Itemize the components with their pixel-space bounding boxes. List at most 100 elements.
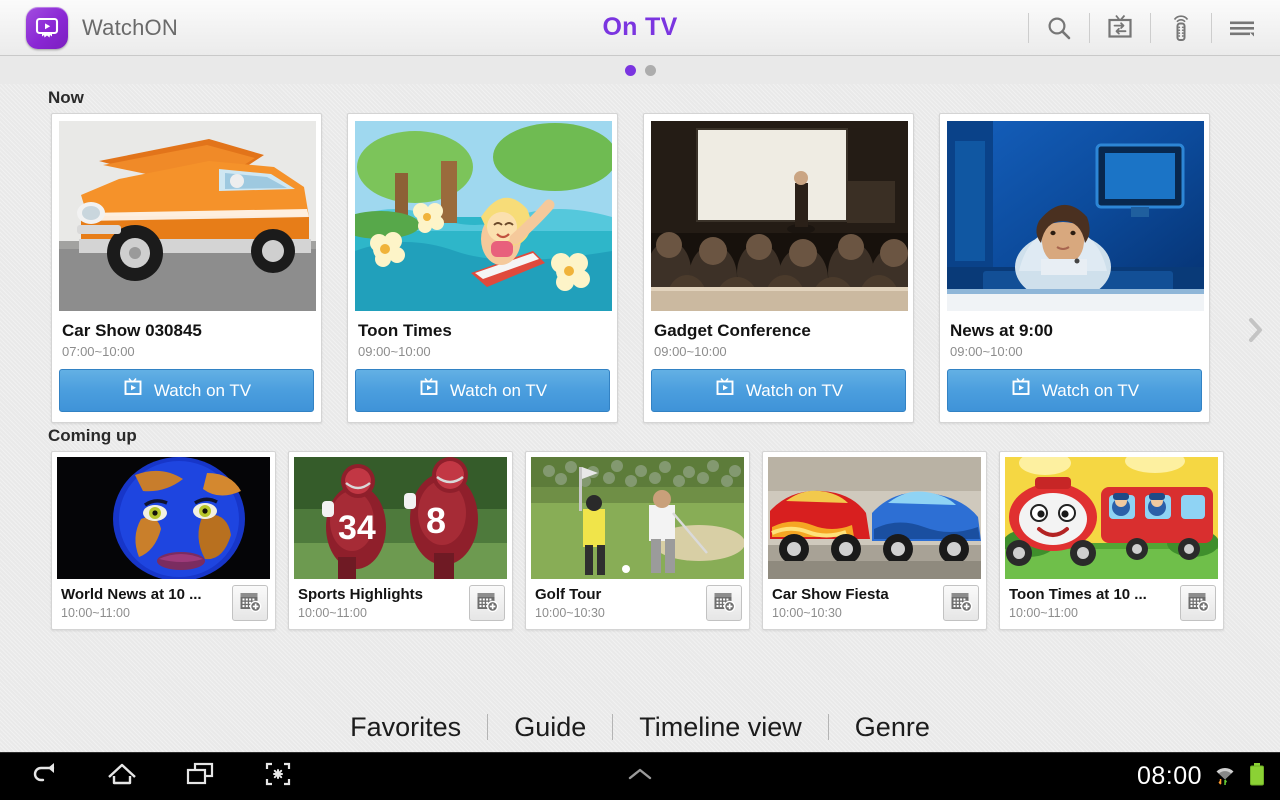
tab-favorites[interactable]: Favorites <box>324 712 487 743</box>
calendar-add-icon <box>475 589 499 618</box>
program-title: Toon Times at 10 ... <box>1009 586 1147 603</box>
program-thumbnail <box>1005 457 1218 579</box>
change-tv-button[interactable] <box>1094 5 1146 51</box>
back-icon <box>29 761 59 792</box>
calendar-add-icon <box>1186 589 1210 618</box>
program-time: 09:00~10:00 <box>950 344 1023 359</box>
classic-orange-car-image <box>59 121 316 311</box>
home-button[interactable] <box>98 754 146 800</box>
program-thumbnail: 34 8 <box>294 457 507 579</box>
tab-timeline-view[interactable]: Timeline view <box>613 712 828 743</box>
world-map-face-image <box>57 457 270 579</box>
now-card[interactable]: News at 9:00 09:00~10:00 Watch on TV <box>939 113 1210 423</box>
coming-up-texts: Golf Tour 10:00~10:30 <box>535 586 700 620</box>
golf-course-image <box>531 457 744 579</box>
page-dot-inactive[interactable] <box>644 64 656 76</box>
watchon-app-icon[interactable] <box>26 6 68 49</box>
coming-up-card[interactable]: 34 8 Sports Highlights 10:00~11:00 <box>288 451 513 630</box>
system-clock: 08:00 <box>1136 762 1202 790</box>
now-card[interactable]: Car Show 030845 07:00~10:00 Watch on TV <box>51 113 322 423</box>
content-area: Now Car Show 030845 07:00~10:00 Watch on… <box>0 84 1280 678</box>
program-title: World News at 10 ... <box>61 586 202 603</box>
screenshot-icon <box>263 760 293 793</box>
program-title: Car Show 030845 <box>62 321 202 340</box>
system-nav-buttons <box>0 754 302 800</box>
coming-up-meta: Golf Tour 10:00~10:30 <box>531 579 744 629</box>
chevron-up-icon <box>624 764 656 789</box>
screenshot-button[interactable] <box>254 754 302 800</box>
remote-control-icon <box>1167 13 1195 43</box>
watchon-app-window: WatchON On TV Now Car Show 030845 07:00~… <box>0 0 1280 800</box>
watch-on-tv-button[interactable]: Watch on TV <box>651 369 906 412</box>
schedule-recording-button[interactable] <box>232 585 268 621</box>
page-indicator <box>0 56 1280 84</box>
carousel-next-button[interactable] <box>1238 309 1272 355</box>
coming-up-meta: Toon Times at 10 ... 10:00~11:00 <box>1005 579 1218 629</box>
tv-play-icon <box>122 377 144 404</box>
watch-on-tv-label: Watch on TV <box>1041 380 1140 400</box>
coming-up-card[interactable]: Golf Tour 10:00~10:30 <box>525 451 750 630</box>
watch-on-tv-label: Watch on TV <box>745 380 844 400</box>
tab-guide[interactable]: Guide <box>488 712 612 743</box>
watch-on-tv-button[interactable]: Watch on TV <box>59 369 314 412</box>
notification-drawer-button[interactable] <box>616 754 664 800</box>
program-time: 10:00~11:00 <box>1009 606 1078 620</box>
program-title: Toon Times <box>358 321 452 340</box>
coming-up-list: World News at 10 ... 10:00~11:00 34 8 Sp… <box>0 451 1280 630</box>
program-time: 10:00~11:00 <box>298 606 367 620</box>
now-card[interactable]: Gadget Conference 09:00~10:00 Watch on T… <box>643 113 914 423</box>
schedule-recording-button[interactable] <box>469 585 505 621</box>
recent-apps-button[interactable] <box>176 754 224 800</box>
cartoon-train-image <box>1005 457 1218 579</box>
conference-audience-image <box>651 121 908 311</box>
recent-apps-icon <box>184 761 216 792</box>
schedule-recording-button[interactable] <box>706 585 742 621</box>
program-time: 10:00~11:00 <box>61 606 130 620</box>
program-thumbnail <box>355 121 612 311</box>
android-system-bar: 08:00 <box>0 752 1280 800</box>
watch-on-tv-button[interactable]: Watch on TV <box>355 369 610 412</box>
svg-text:34: 34 <box>338 509 376 547</box>
battery-full-icon <box>1248 761 1266 792</box>
program-title: Gadget Conference <box>654 321 811 340</box>
header-actions <box>1024 0 1268 55</box>
coming-up-texts: Car Show Fiesta 10:00~10:30 <box>772 586 937 620</box>
now-carousel: Car Show 030845 07:00~10:00 Watch on TV <box>0 113 1280 423</box>
page-dot-active[interactable] <box>624 64 636 76</box>
schedule-recording-button[interactable] <box>943 585 979 621</box>
coming-up-card[interactable]: Car Show Fiesta 10:00~10:30 <box>762 451 987 630</box>
program-title: Sports Highlights <box>298 586 423 603</box>
program-thumbnail <box>57 457 270 579</box>
remote-control-button[interactable] <box>1155 5 1207 51</box>
schedule-recording-button[interactable] <box>1180 585 1216 621</box>
section-label-coming-up: Coming up <box>48 426 137 445</box>
coming-up-meta: Car Show Fiesta 10:00~10:30 <box>768 579 981 629</box>
program-time: 10:00~10:30 <box>772 606 842 620</box>
watch-on-tv-button[interactable]: Watch on TV <box>947 369 1202 412</box>
coming-up-meta: Sports Highlights 10:00~11:00 <box>294 579 507 629</box>
header-divider <box>1211 12 1212 43</box>
program-title: News at 9:00 <box>950 321 1053 340</box>
chevron-right-icon <box>1245 315 1265 350</box>
program-thumbnail <box>768 457 981 579</box>
tab-genre[interactable]: Genre <box>829 712 956 743</box>
tv-play-icon <box>418 377 440 404</box>
coming-up-card[interactable]: World News at 10 ... 10:00~11:00 <box>51 451 276 630</box>
football-players-image: 34 8 <box>294 457 507 579</box>
menu-button[interactable] <box>1216 5 1268 51</box>
search-button[interactable] <box>1033 5 1085 51</box>
cartoon-surfer-girl-image <box>355 121 612 311</box>
app-name-label: WatchON <box>82 14 178 40</box>
wifi-icon <box>1212 761 1238 792</box>
program-thumbnail <box>947 121 1204 311</box>
watch-on-tv-label: Watch on TV <box>153 380 252 400</box>
back-button[interactable] <box>20 754 68 800</box>
program-time: 07:00~10:00 <box>62 344 135 359</box>
home-icon <box>106 761 138 792</box>
coming-up-card[interactable]: Toon Times at 10 ... 10:00~11:00 <box>999 451 1224 630</box>
calendar-add-icon <box>712 589 736 618</box>
now-card[interactable]: Toon Times 09:00~10:00 Watch on TV <box>347 113 618 423</box>
coming-up-texts: Sports Highlights 10:00~11:00 <box>298 586 463 620</box>
system-status-area[interactable]: 08:00 <box>1137 761 1280 792</box>
hot-rod-cars-image <box>768 457 981 579</box>
